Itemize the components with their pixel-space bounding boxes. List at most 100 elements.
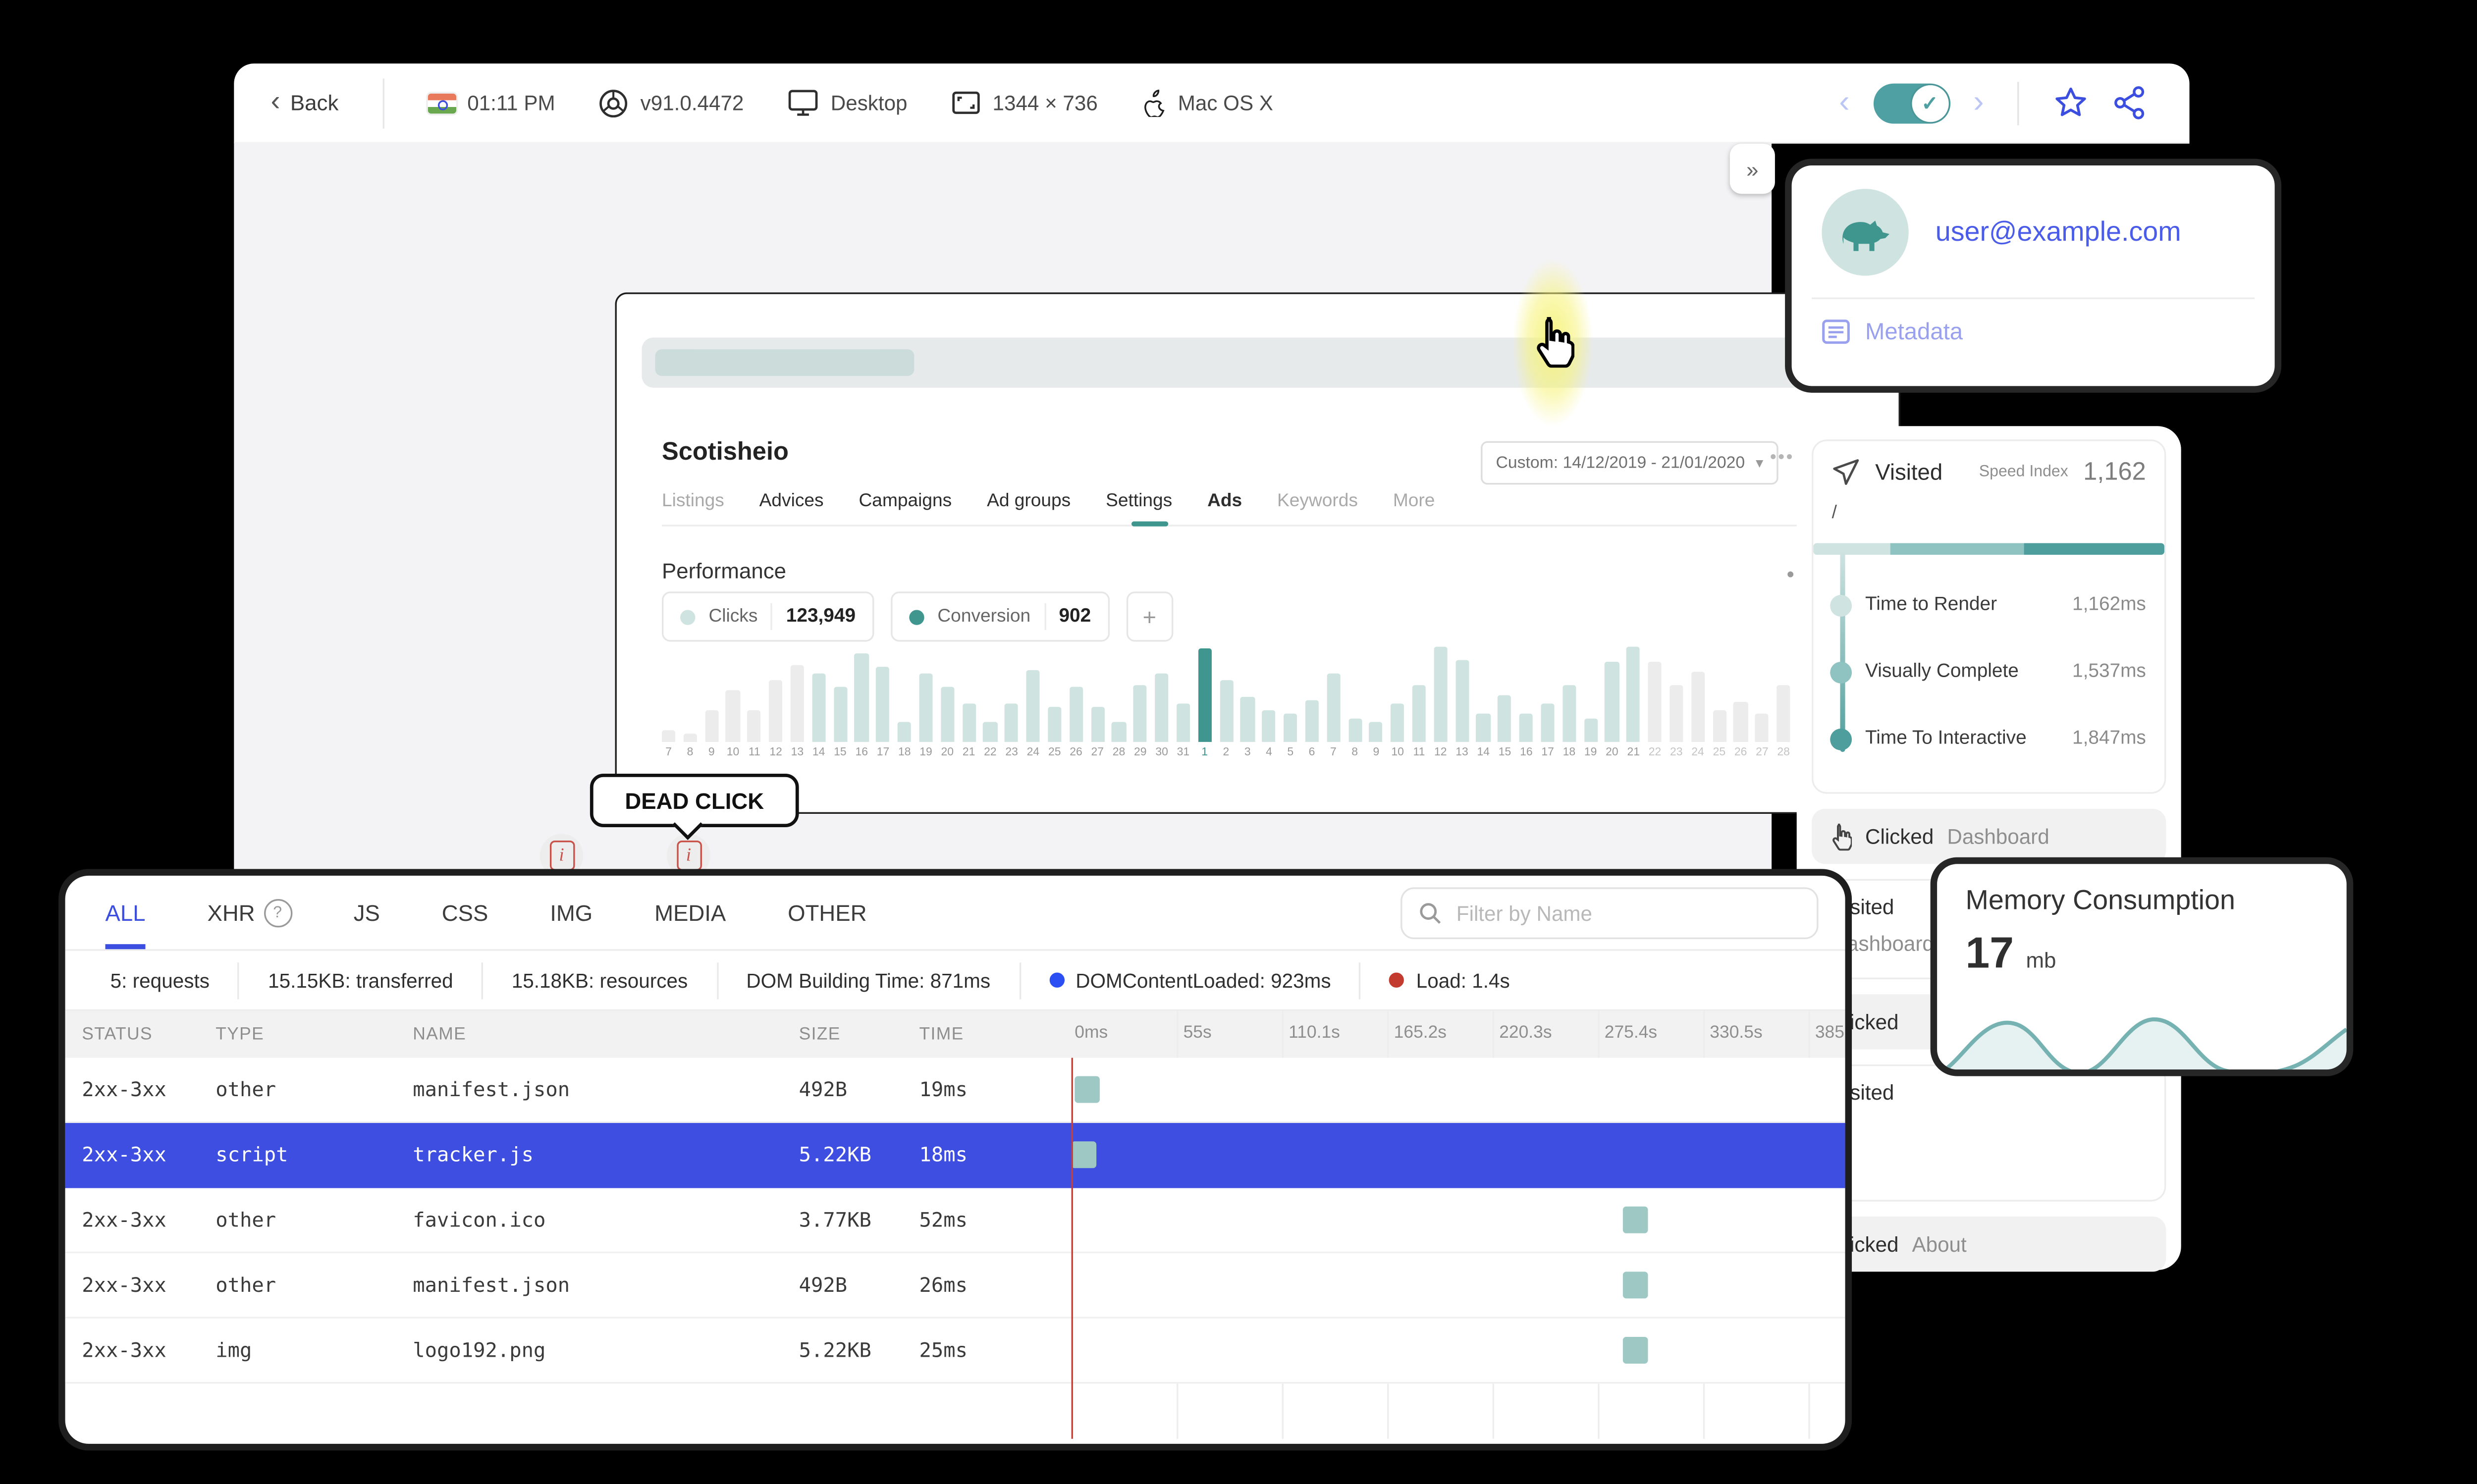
toggle-check-icon: ✓	[1911, 84, 1948, 121]
cursor-hand-icon	[1537, 317, 1575, 368]
event-visited-page[interactable]: Visited	[1812, 1064, 2166, 1202]
table-row-manifest.json[interactable]: 2xx-3xx other manifest.json 492B 19ms	[65, 1058, 1845, 1123]
share-icon[interactable]	[2112, 85, 2146, 120]
table-row-tracker.js[interactable]: 2xx-3xx script tracker.js 5.22KB 18ms	[65, 1123, 1845, 1188]
request-waterfall-bar	[1071, 1141, 1097, 1168]
add-metric-button[interactable]: +	[1126, 591, 1173, 642]
star-icon[interactable]	[2052, 85, 2089, 120]
time-column-label: 55s	[1183, 1022, 1212, 1043]
user-email[interactable]: user@example.com	[1936, 216, 2181, 248]
xhr-help-icon[interactable]: ?	[263, 898, 292, 927]
date-range-picker[interactable]: Custom: 14/12/2019 - 21/01/2020 ▾	[1481, 441, 1778, 485]
time-column-label: 275.4s	[1604, 1022, 1658, 1043]
network-stat: Load: 1.4s	[1361, 962, 1538, 999]
session-events-sidebar: Visited Speed Index 1,162 / Time to Rend…	[1796, 426, 2181, 1272]
chart-bar: 22	[983, 642, 997, 759]
prev-session-button[interactable]: ‹	[1839, 87, 1849, 118]
site-tab-keywords[interactable]: Keywords	[1277, 491, 1358, 511]
chart-bar: 17	[876, 642, 890, 759]
chart-bar: 23	[1005, 642, 1019, 759]
chart-bar: 27	[1755, 642, 1769, 759]
event-clicked-dashboard[interactable]: Clicked Dashboard	[1812, 808, 2166, 864]
next-session-button[interactable]: ›	[1973, 87, 1984, 118]
network-tab-other[interactable]: OTHER	[788, 876, 866, 949]
chart-bar: 24	[1026, 642, 1040, 759]
chart-bar: 23	[1669, 642, 1683, 759]
chart-bar: 14	[1476, 642, 1491, 759]
network-stats-bar: 5: requests 15.15KB: transferred 15.18KB: …	[65, 951, 1845, 1011]
browser-version: v91.0.4472	[598, 88, 744, 118]
network-tab-all[interactable]: ALL	[106, 876, 146, 949]
load-metric-row: Visually Complete 1,537ms	[1830, 638, 2146, 705]
date-more-button[interactable]: •••	[1770, 448, 1794, 468]
chart-bar: 21	[1626, 642, 1640, 759]
memory-value: 17	[1965, 927, 2014, 978]
chart-bar: 19	[919, 642, 933, 759]
back-button[interactable]: ‹ Back	[234, 79, 382, 126]
autoplay-toggle[interactable]: ✓	[1873, 82, 1950, 123]
event-label: Visited	[1875, 459, 1943, 485]
site-tab-advices[interactable]: Advices	[759, 491, 824, 511]
chart-bar: 30	[1155, 642, 1169, 759]
clicks-metric-badge[interactable]: Clicks 123,949	[661, 591, 874, 642]
chart-bar: 9	[704, 642, 719, 759]
site-tab-campaigns[interactable]: Campaigns	[859, 491, 952, 511]
site-tab-settings[interactable]: Settings	[1106, 491, 1172, 511]
network-table: STATUS TYPE NAME SIZE TIME 0ms 55s 110.1s 165.2s…	[65, 1011, 1845, 1439]
site-tab-ads[interactable]: Ads	[1207, 491, 1242, 511]
site-tab-listings[interactable]: Listings	[662, 491, 724, 511]
load-metric-row: Time To Interactive 1,847ms	[1830, 705, 2146, 772]
filter-by-name-input[interactable]	[1453, 900, 1800, 927]
avatar	[1822, 189, 1909, 276]
chart-bar: 22	[1648, 642, 1662, 759]
chart-bar: 13	[1455, 642, 1469, 759]
chart-bar: 10	[726, 642, 740, 759]
replayed-page-viewport: Scotisheio Listings Advices Campaigns Ad gr…	[615, 292, 1900, 814]
network-tab-xhr[interactable]: XHR?	[207, 876, 292, 949]
chart-bar: 15	[833, 642, 847, 759]
table-row-logo192.png[interactable]: 2xx-3xx img logo192.png 5.22KB 25ms	[65, 1318, 1845, 1384]
active-tab-underline	[1131, 521, 1169, 527]
time-column-label: 220.3s	[1499, 1022, 1552, 1043]
request-waterfall-bar	[1622, 1336, 1648, 1364]
network-stat: 15.18KB: resources	[483, 961, 718, 999]
table-row-manifest.json[interactable]: 2xx-3xx other manifest.json 492B 26ms	[65, 1253, 1845, 1319]
site-tab-more[interactable]: More	[1393, 491, 1435, 511]
network-tab-js[interactable]: JS	[354, 876, 380, 949]
chart-bar: 6	[1305, 642, 1319, 759]
chart-bar: 14	[811, 642, 826, 759]
event-clicked-about[interactable]: Clicked About	[1812, 1217, 2166, 1272]
collapse-sidebar-button[interactable]: »	[1729, 144, 1775, 194]
load-phases-bar	[1813, 543, 2164, 555]
network-tabs: ALL XHR? JS CSS IMG MEDIA OTHER	[65, 876, 1845, 951]
dead-click-tooltip: DEAD CLICK	[590, 774, 799, 840]
memory-consumption-card: Memory Consumption 17 mb	[1930, 857, 2354, 1076]
metadata-button[interactable]: Metadata	[1822, 318, 2245, 344]
chart-bar: 18	[1562, 642, 1576, 759]
replayed-browser-bar	[642, 337, 1872, 388]
chart-bar: 4	[1262, 642, 1276, 759]
device-type: Desktop	[787, 89, 907, 117]
chart-bar: 12	[1434, 642, 1448, 759]
memory-unit: mb	[2026, 947, 2056, 973]
divider	[2017, 81, 2019, 125]
network-tab-img[interactable]: IMG	[550, 876, 592, 949]
network-tab-css[interactable]: CSS	[442, 876, 488, 949]
tabs-divider	[661, 525, 1859, 527]
chart-bar: 29	[1133, 642, 1147, 759]
network-tab-media[interactable]: MEDIA	[654, 876, 726, 949]
chart-bar: 25	[1712, 642, 1726, 759]
screen-resolution: 1344 × 736	[951, 90, 1098, 115]
network-panel: ALL XHR? JS CSS IMG MEDIA OTHER 5: requests15.…	[58, 869, 1852, 1451]
chevron-left-icon: ‹	[270, 85, 280, 117]
visited-event-card[interactable]: Visited Speed Index 1,162 / Time to Rend…	[1812, 439, 2166, 794]
table-header: STATUS TYPE NAME SIZE TIME	[65, 1011, 1845, 1058]
table-row-favicon.ico[interactable]: 2xx-3xx other favicon.ico 3.77KB 52ms	[65, 1188, 1845, 1254]
chart-bar: 17	[1541, 642, 1555, 759]
site-title: Scotisheio	[661, 437, 789, 467]
conversion-dot-icon	[909, 609, 924, 625]
resolution-icon	[952, 91, 980, 114]
site-tab-ad-groups[interactable]: Ad groups	[987, 491, 1071, 511]
conversion-metric-badge[interactable]: Conversion 902	[890, 591, 1110, 642]
chart-bar: 12	[769, 642, 783, 759]
